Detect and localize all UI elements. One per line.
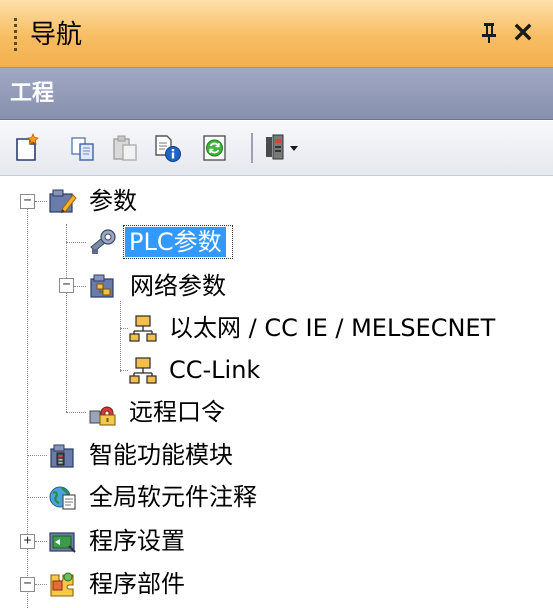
tree-item-program-setting[interactable]: 程序设置 xyxy=(89,526,185,556)
drag-grip-icon[interactable] xyxy=(14,18,17,52)
tree-connector xyxy=(35,201,47,202)
program-setting-icon xyxy=(47,526,77,556)
tree-item-cc-link[interactable]: CC-Link xyxy=(169,355,260,385)
tree-item-remote-password[interactable]: 远程口令 xyxy=(129,397,225,427)
tree-connector xyxy=(66,224,67,412)
network-parameter-icon xyxy=(88,271,118,301)
tree-connector xyxy=(120,328,128,329)
display-options-button[interactable] xyxy=(263,133,303,163)
refresh-button[interactable] xyxy=(200,133,230,163)
plc-parameter-icon xyxy=(88,227,118,257)
pin-button[interactable] xyxy=(476,20,502,48)
close-button[interactable] xyxy=(510,20,536,48)
ethernet-network-icon xyxy=(128,313,158,343)
new-data-icon xyxy=(16,132,39,161)
tree-item-ethernet-cc-ie-melsecnet[interactable]: 以太网 / CC IE / MELSECNET xyxy=(169,313,495,343)
tree-item-parameter[interactable]: 参数 xyxy=(89,186,137,216)
copy-icon xyxy=(71,137,94,161)
collapse-network-parameter-toggle[interactable]: − xyxy=(59,278,74,293)
collapse-parameter-toggle[interactable]: − xyxy=(20,194,35,209)
panel-title: 导航 xyxy=(30,20,83,50)
project-tree: − 参数 PLC参数 − 网络参数 以太网 / CC IE / MELSECNE… xyxy=(0,177,553,608)
pin-icon xyxy=(482,23,496,43)
expand-program-setting-toggle[interactable]: + xyxy=(20,534,35,549)
close-icon xyxy=(514,23,532,41)
remote-password-icon xyxy=(88,397,118,427)
properties-icon xyxy=(155,135,181,162)
cc-link-network-icon xyxy=(128,355,158,385)
tree-connector xyxy=(27,455,47,456)
intelligent-module-icon xyxy=(47,440,77,470)
tree-item-program-parts[interactable]: 程序部件 xyxy=(89,569,185,599)
project-section-header[interactable]: 工程 xyxy=(0,68,553,120)
global-comment-icon xyxy=(47,482,77,512)
tree-connector xyxy=(120,301,121,372)
navigation-toolbar xyxy=(0,121,553,176)
collapse-program-parts-toggle[interactable]: − xyxy=(20,577,35,592)
toolbar-separator xyxy=(251,133,253,163)
parameter-icon xyxy=(47,186,77,216)
tree-item-intelligent-module[interactable]: 智能功能模块 xyxy=(89,440,233,470)
tree-connector xyxy=(35,584,47,585)
panel-title-bar[interactable]: 导航 xyxy=(0,0,553,68)
copy-button[interactable] xyxy=(68,133,98,163)
paste-button[interactable] xyxy=(110,133,140,163)
tree-item-network-parameter[interactable]: 网络参数 xyxy=(130,271,226,301)
tree-connector xyxy=(35,541,47,542)
display-options-icon xyxy=(266,134,298,160)
new-data-button[interactable] xyxy=(12,132,42,163)
selection-focus-rect xyxy=(123,225,233,259)
tree-item-global-device-comment[interactable]: 全局软元件注释 xyxy=(89,482,257,512)
tree-connector xyxy=(66,412,86,413)
navigation-panel: 导航 工程 − 参数 PLC参数 − 网络参数 以太网 / CC IE / ME… xyxy=(0,0,553,608)
tree-connector xyxy=(66,242,86,243)
section-title: 工程 xyxy=(10,81,55,106)
properties-button[interactable] xyxy=(152,133,182,163)
refresh-icon xyxy=(203,135,226,161)
program-parts-icon xyxy=(47,569,77,599)
tree-connector xyxy=(74,286,86,287)
tree-connector xyxy=(27,497,47,498)
tree-connector xyxy=(120,370,128,371)
paste-icon xyxy=(113,135,137,161)
